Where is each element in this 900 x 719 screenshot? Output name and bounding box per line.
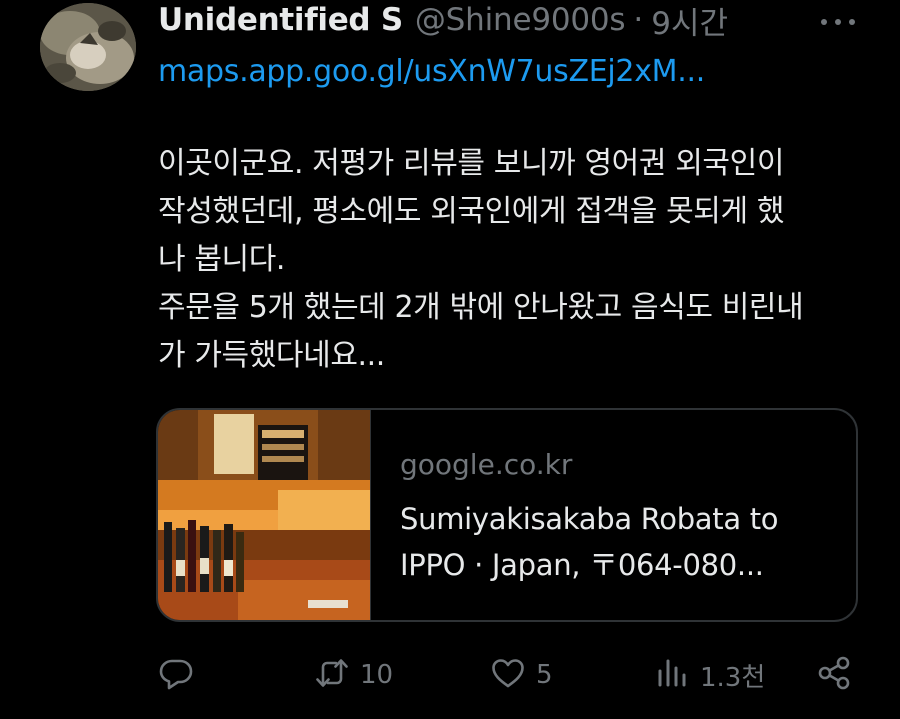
link-preview-domain: google.co.kr (400, 448, 573, 481)
like-count: 5 (536, 660, 553, 690)
link-preview-title-line: IPPO · Japan, 〒064-080... (400, 548, 764, 582)
views-count: 1.3천 (700, 662, 766, 693)
retweet-icon (314, 655, 350, 695)
like-button[interactable]: 5 (490, 650, 553, 700)
tweet-body: 이곳이군요. 저평가 리뷰를 보니까 영어권 외국인이 작성했던데, 평소에도 … (158, 140, 858, 380)
tweet-link[interactable]: maps.app.goo.gl/usXnW7usZEj2xM... (158, 54, 705, 89)
share-icon (816, 655, 852, 695)
retweet-button[interactable]: 10 (314, 650, 393, 700)
more-horizontal-icon[interactable] (818, 14, 858, 30)
tweet-body-line: 주문을 5개 했는데 2개 밖에 안나왔고 음식도 비린내 (158, 290, 804, 325)
reply-button[interactable] (158, 650, 204, 700)
retweet-count: 10 (360, 660, 394, 690)
display-name[interactable]: Unidentified S (158, 2, 403, 38)
tweet-header: Unidentified S @Shine9000s · 9시간 (158, 0, 728, 43)
views-button[interactable]: 1.3천 (654, 650, 765, 700)
tweet-body-line: 이곳이군요. 저평가 리뷰를 보니까 영어권 외국인이 (158, 146, 785, 181)
tweet-body-line: 가 가득했다네요... (158, 338, 385, 373)
avatar[interactable] (40, 3, 136, 91)
tweet-body-line: 나 봅니다. (158, 242, 286, 277)
avatar-image (40, 3, 136, 91)
reply-bubble-icon (158, 655, 194, 695)
link-preview-title-line: Sumiyakisakaba Robata to (400, 502, 779, 536)
link-preview-card[interactable]: google.co.kr Sumiyakisakaba Robata to IP… (156, 408, 858, 622)
heart-icon (490, 655, 526, 695)
tweet-action-bar: 10 5 1.3천 (0, 650, 900, 700)
link-preview-title: Sumiyakisakaba Robata to IPPO · Japan, 〒… (400, 496, 840, 588)
tweet-body-line: 작성했던데, 평소에도 외국인에게 접객을 못되게 했 (158, 194, 785, 229)
header-separator: · (633, 2, 644, 38)
bar-chart-icon (654, 655, 690, 695)
link-preview-image (158, 410, 371, 620)
share-button[interactable] (816, 650, 852, 700)
user-handle[interactable]: @Shine9000s (415, 2, 626, 38)
tweet-timestamp[interactable]: 9시간 (651, 0, 728, 43)
